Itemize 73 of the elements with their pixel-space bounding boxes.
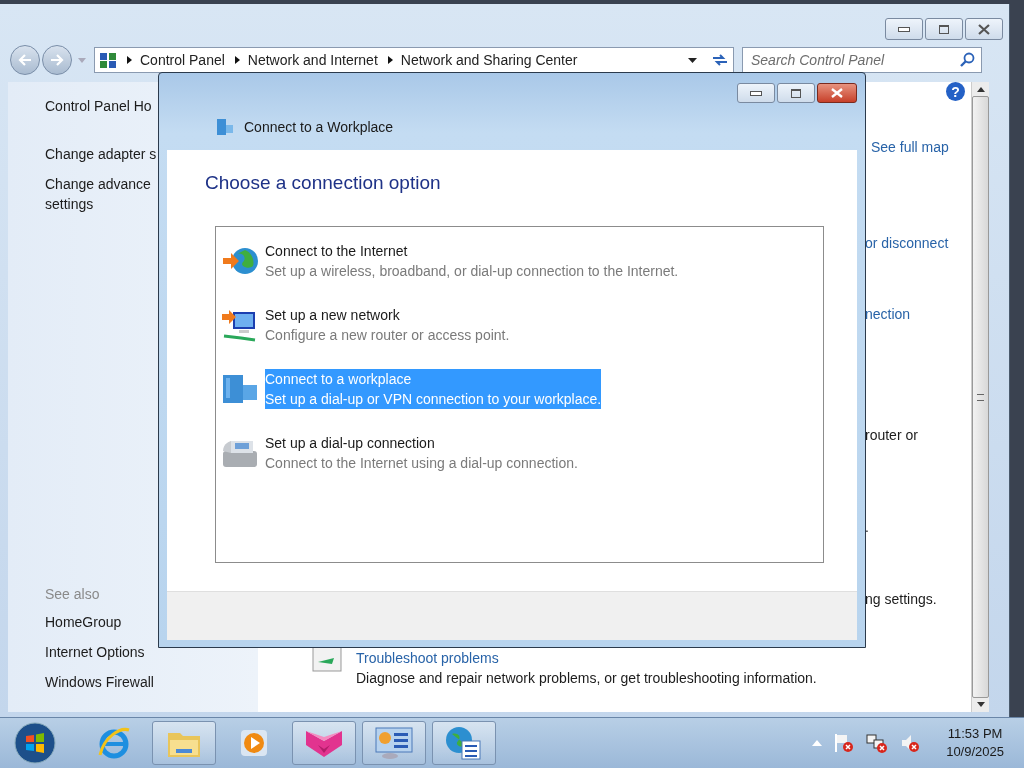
breadcrumb-item[interactable]: Control Panel [140,52,225,68]
sidebar-link[interactable]: Change advance settings [45,174,151,214]
link[interactable]: or disconnect [865,234,949,252]
search-icon[interactable] [959,52,975,68]
content-text: router or [865,426,918,444]
start-button[interactable] [14,722,56,764]
taskbar-button[interactable] [432,721,496,765]
taskbar-button[interactable] [362,721,426,765]
browser-icon [96,725,132,761]
back-button[interactable] [10,45,40,75]
sidebar-link[interactable]: Internet Options [45,642,145,662]
scroll-up-arrow-icon[interactable] [976,87,985,92]
option-title: Set up a new network [265,306,401,325]
search-field[interactable]: Search Control Panel [742,47,982,73]
building-icon [221,373,259,405]
separator-arrow-icon[interactable] [234,56,240,64]
dropdown-arrow-icon[interactable] [688,57,697,63]
forward-arrow-icon [50,54,64,66]
separator-arrow-icon[interactable] [387,56,393,64]
connection-option[interactable]: Connect to the Internet Set up a wireless, broadband, or dial-up connection to the Internet. [221,241,823,281]
link[interactable]: nection [865,305,911,323]
option-description: Configure a new router or access point. [265,326,510,345]
connection-option[interactable]: Set up a dial-up connection Connect to the Internet using a dial-up connection. [221,433,823,473]
breadcrumb-item[interactable]: Network and Sharing Center [400,52,578,68]
clock-date: 10/9/2025 [946,743,1004,761]
minimize-button[interactable] [885,18,923,40]
sidebar-link[interactable]: Control Panel Ho [45,96,152,116]
link[interactable]: See full map [871,138,949,156]
content-text: ng settings. [865,590,937,608]
option-title: Connect to a workplace [265,370,413,389]
address-bar[interactable]: Control Panel Network and Internet Network and Sharing Center [94,47,734,73]
content-text: . [865,518,869,536]
clock-time: 11:53 PM [947,725,1003,743]
speaker-muted-icon[interactable] [900,733,921,753]
back-arrow-icon [18,54,32,66]
network-alert-icon[interactable] [866,733,889,753]
maximize-button[interactable] [925,18,963,40]
maximize-button[interactable] [777,83,815,103]
taskbar-button[interactable] [292,721,356,765]
breadcrumb-item[interactable]: Network and Internet [247,52,378,68]
scroll-down-arrow-icon[interactable] [976,702,985,707]
close-icon [831,88,843,98]
minimize-button[interactable] [737,83,775,103]
globe-icon [221,246,259,276]
troubleshoot-icon [312,646,342,672]
option-description: Connect to the Internet using a dial-up connection. [265,454,578,473]
workplace-icon [215,118,235,136]
option-description: Set up a wireless, broadband, or dial-up connection to the Internet. [265,262,679,281]
forward-button[interactable] [42,45,72,75]
scrollbar[interactable] [971,82,989,712]
globe-checklist-icon [444,725,484,761]
dialog-heading: Choose a connection option [205,172,442,194]
section-heading: See also [45,586,100,602]
refresh-icon[interactable] [711,53,729,67]
close-button[interactable] [817,83,857,103]
connection-option[interactable]: Set up a new network Configure a new router or access point. [221,305,823,345]
sidebar-link[interactable]: Change adapter s [45,144,157,164]
clock[interactable]: 11:53 PM 10/9/2025 [946,725,1004,761]
separator-arrow-icon[interactable] [127,56,132,64]
troubleshoot-link[interactable]: Troubleshoot problems [356,650,817,666]
help-icon[interactable]: ? [946,82,965,101]
sidebar-link[interactable]: Windows Firewall [45,672,154,692]
taskbar-button[interactable] [152,721,216,765]
flag-alert-icon[interactable] [834,733,855,753]
troubleshoot-description: Diagnose and repair network problems, or get troubleshooting information. [356,670,817,686]
media-player-icon [238,727,270,759]
option-title: Set up a dial-up connection [265,434,436,453]
close-button[interactable] [965,18,1003,40]
dialog-title: Connect to a Workplace [244,119,394,135]
option-description: Set up a dial-up or VPN connection to your workplace. [265,390,602,409]
option-title: Connect to the Internet [265,242,409,261]
sidebar-link[interactable]: HomeGroup [45,612,122,632]
close-icon [978,23,990,35]
